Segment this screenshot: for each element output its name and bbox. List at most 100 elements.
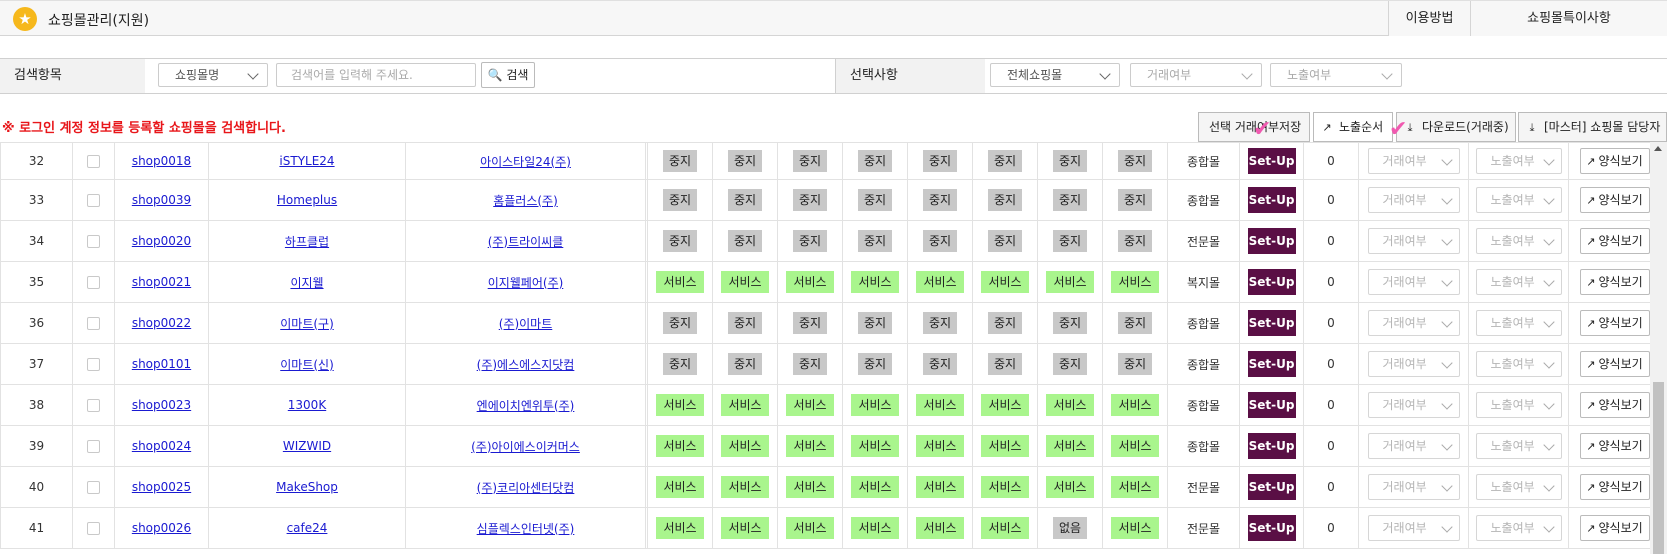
setup-button[interactable]: Set-Up bbox=[1247, 351, 1296, 377]
trade-filter-select[interactable]: 거래여부 bbox=[1130, 63, 1262, 87]
row-checkbox[interactable] bbox=[87, 481, 100, 494]
shop-code-link[interactable]: shop0018 bbox=[132, 154, 191, 168]
shop-name-link[interactable]: iSTYLE24 bbox=[279, 154, 334, 168]
view-form-button[interactable]: ↗ 양식보기 bbox=[1579, 228, 1650, 254]
view-form-button[interactable]: ↗ 양식보기 bbox=[1579, 148, 1650, 174]
exposure-select[interactable]: 노출여부 bbox=[1475, 474, 1562, 500]
shop-code-link[interactable]: shop0026 bbox=[132, 521, 191, 535]
shop-name-link[interactable]: 이마트(신) bbox=[280, 358, 334, 372]
shop-name-link[interactable]: WIZWID bbox=[283, 439, 331, 453]
row-checkbox[interactable] bbox=[87, 235, 100, 248]
row-checkbox[interactable] bbox=[87, 317, 100, 330]
shop-name-link[interactable]: 하프클럽 bbox=[285, 235, 329, 249]
company-link[interactable]: (주)아이에스이커머스 bbox=[471, 440, 580, 454]
exposure-select[interactable]: 노출여부 bbox=[1475, 392, 1562, 418]
exposure-select[interactable]: 노출여부 bbox=[1475, 148, 1562, 174]
trade-select[interactable]: 거래여부 bbox=[1367, 187, 1460, 213]
trade-select[interactable]: 거래여부 bbox=[1367, 433, 1460, 459]
shop-code-link[interactable]: shop0039 bbox=[132, 193, 191, 207]
trade-select[interactable]: 거래여부 bbox=[1367, 310, 1460, 336]
row-checkbox[interactable] bbox=[87, 399, 100, 412]
company-link[interactable]: 홈플러스(주) bbox=[493, 194, 558, 208]
shop-code-link[interactable]: shop0024 bbox=[132, 439, 191, 453]
vertical-scrollbar[interactable] bbox=[1650, 142, 1667, 554]
trade-select[interactable]: 거래여부 bbox=[1367, 392, 1460, 418]
view-form-button[interactable]: ↗ 양식보기 bbox=[1579, 187, 1650, 213]
trade-select[interactable]: 거래여부 bbox=[1367, 228, 1460, 254]
company-link[interactable]: (주)코리아센터닷컴 bbox=[477, 481, 575, 495]
exposure-select-cell: 노출여부 bbox=[1468, 142, 1569, 180]
shop-name-link[interactable]: Homeplus bbox=[277, 193, 337, 207]
table-row: 41 shop0026 cafe24 심플렉스인터넷(주) 서비스 서비스 서비스 서비스 서비… bbox=[0, 507, 1650, 549]
shop-code-link[interactable]: shop0101 bbox=[132, 357, 191, 371]
view-form-button[interactable]: ↗ 양식보기 bbox=[1579, 515, 1650, 541]
row-checkbox[interactable] bbox=[87, 155, 100, 168]
exposure-select[interactable]: 노출여부 bbox=[1475, 187, 1562, 213]
shop-code-link[interactable]: shop0022 bbox=[132, 316, 191, 330]
company-link[interactable]: 아이스타일24(주) bbox=[480, 155, 571, 169]
setup-button[interactable]: Set-Up bbox=[1247, 392, 1296, 418]
setup-button[interactable]: Set-Up bbox=[1247, 269, 1296, 295]
view-form-button[interactable]: ↗ 양식보기 bbox=[1579, 433, 1650, 459]
setup-button[interactable]: Set-Up bbox=[1247, 310, 1296, 336]
shop-code-link[interactable]: shop0020 bbox=[132, 234, 191, 248]
shop-code-link[interactable]: shop0023 bbox=[132, 398, 191, 412]
setup-button[interactable]: Set-Up bbox=[1247, 187, 1296, 213]
search-input[interactable]: 검색어를 입력해 주세요. bbox=[276, 63, 476, 87]
shop-code-link[interactable]: shop0025 bbox=[132, 480, 191, 494]
view-form-button[interactable]: ↗ 양식보기 bbox=[1579, 351, 1650, 377]
save-trade-button[interactable]: 선택 거래여부저장 bbox=[1198, 112, 1310, 142]
scroll-thumb[interactable] bbox=[1653, 382, 1664, 554]
company-link[interactable]: (주)이마트 bbox=[499, 317, 553, 331]
row-checkbox[interactable] bbox=[87, 440, 100, 453]
shop-name-link[interactable]: cafe24 bbox=[287, 521, 328, 535]
trade-select[interactable]: 거래여부 bbox=[1367, 474, 1460, 500]
exposure-order-button[interactable]: ↗ 노출순서 bbox=[1313, 112, 1393, 142]
exposure-select[interactable]: 노출여부 bbox=[1475, 228, 1562, 254]
exposure-select[interactable]: 노출여부 bbox=[1475, 269, 1562, 295]
row-checkbox[interactable] bbox=[87, 358, 100, 371]
setup-button[interactable]: Set-Up bbox=[1247, 148, 1296, 174]
mall-notes-button[interactable]: 쇼핑몰특이사항 bbox=[1470, 1, 1667, 36]
row-checkbox[interactable] bbox=[87, 194, 100, 207]
search-field-select[interactable]: 쇼핑몰명 bbox=[158, 63, 268, 87]
company-link[interactable]: 심플렉스인터넷(주) bbox=[477, 522, 575, 536]
trade-select[interactable]: 거래여부 bbox=[1367, 515, 1460, 541]
row-checkbox[interactable] bbox=[87, 522, 100, 535]
row-checkbox[interactable] bbox=[87, 276, 100, 289]
mall-filter-select[interactable]: 전체쇼핑몰 bbox=[990, 63, 1120, 87]
status-cell: 서비스 bbox=[712, 466, 778, 508]
search-button[interactable]: 🔍 검색 bbox=[481, 62, 535, 88]
setup-button[interactable]: Set-Up bbox=[1247, 515, 1296, 541]
exposure-select[interactable]: 노출여부 bbox=[1475, 351, 1562, 377]
trade-select[interactable]: 거래여부 bbox=[1367, 269, 1460, 295]
scroll-up-arrow-icon[interactable] bbox=[1654, 146, 1662, 151]
exposure-select[interactable]: 노출여부 bbox=[1475, 433, 1562, 459]
setup-button[interactable]: Set-Up bbox=[1247, 228, 1296, 254]
shop-code-cell: shop0021 bbox=[114, 261, 209, 303]
company-link[interactable]: (주)에스에스지닷컴 bbox=[477, 358, 575, 372]
shop-name-link[interactable]: MakeShop bbox=[276, 480, 338, 494]
exposure-select[interactable]: 노출여부 bbox=[1475, 515, 1562, 541]
exposure-select[interactable]: 노출여부 bbox=[1475, 310, 1562, 336]
shop-name-link[interactable]: 이지웰 bbox=[290, 276, 323, 290]
status-badge: 서비스 bbox=[786, 271, 834, 293]
shop-name-link[interactable]: 이마트(구) bbox=[280, 317, 334, 331]
setup-button[interactable]: Set-Up bbox=[1247, 433, 1296, 459]
usage-guide-button[interactable]: 이용방법 bbox=[1388, 1, 1470, 36]
trade-select[interactable]: 거래여부 bbox=[1367, 148, 1460, 174]
trade-select[interactable]: 거래여부 bbox=[1367, 351, 1460, 377]
company-link[interactable]: (주)트라이씨클 bbox=[488, 235, 564, 249]
setup-button[interactable]: Set-Up bbox=[1247, 474, 1296, 500]
view-form-button[interactable]: ↗ 양식보기 bbox=[1579, 269, 1650, 295]
view-form-button[interactable]: ↗ 양식보기 bbox=[1579, 392, 1650, 418]
exposure-filter-select[interactable]: 노출여부 bbox=[1270, 63, 1402, 87]
view-form-button[interactable]: ↗ 양식보기 bbox=[1579, 310, 1650, 336]
company-link[interactable]: 이지웰페어(주) bbox=[488, 276, 564, 290]
shop-name-link[interactable]: 1300K bbox=[288, 398, 326, 412]
view-form-button[interactable]: ↗ 양식보기 bbox=[1579, 474, 1650, 500]
master-manager-button[interactable]: ⤓ [마스터] 쇼핑몰 담당자 bbox=[1518, 112, 1667, 142]
shop-code-link[interactable]: shop0021 bbox=[132, 275, 191, 289]
download-button[interactable]: ⤓ 다운로드(거래중) bbox=[1396, 112, 1516, 142]
company-link[interactable]: 엔에이치엔위투(주) bbox=[477, 399, 575, 413]
